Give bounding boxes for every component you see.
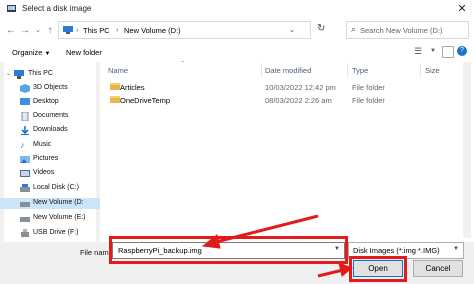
annotation-arrow-open xyxy=(317,268,344,278)
arrowhead-icon xyxy=(201,234,221,249)
annotation-arrows xyxy=(201,214,353,278)
arrowhead-icon xyxy=(338,262,353,277)
annotation-arrow-filename xyxy=(211,214,319,245)
